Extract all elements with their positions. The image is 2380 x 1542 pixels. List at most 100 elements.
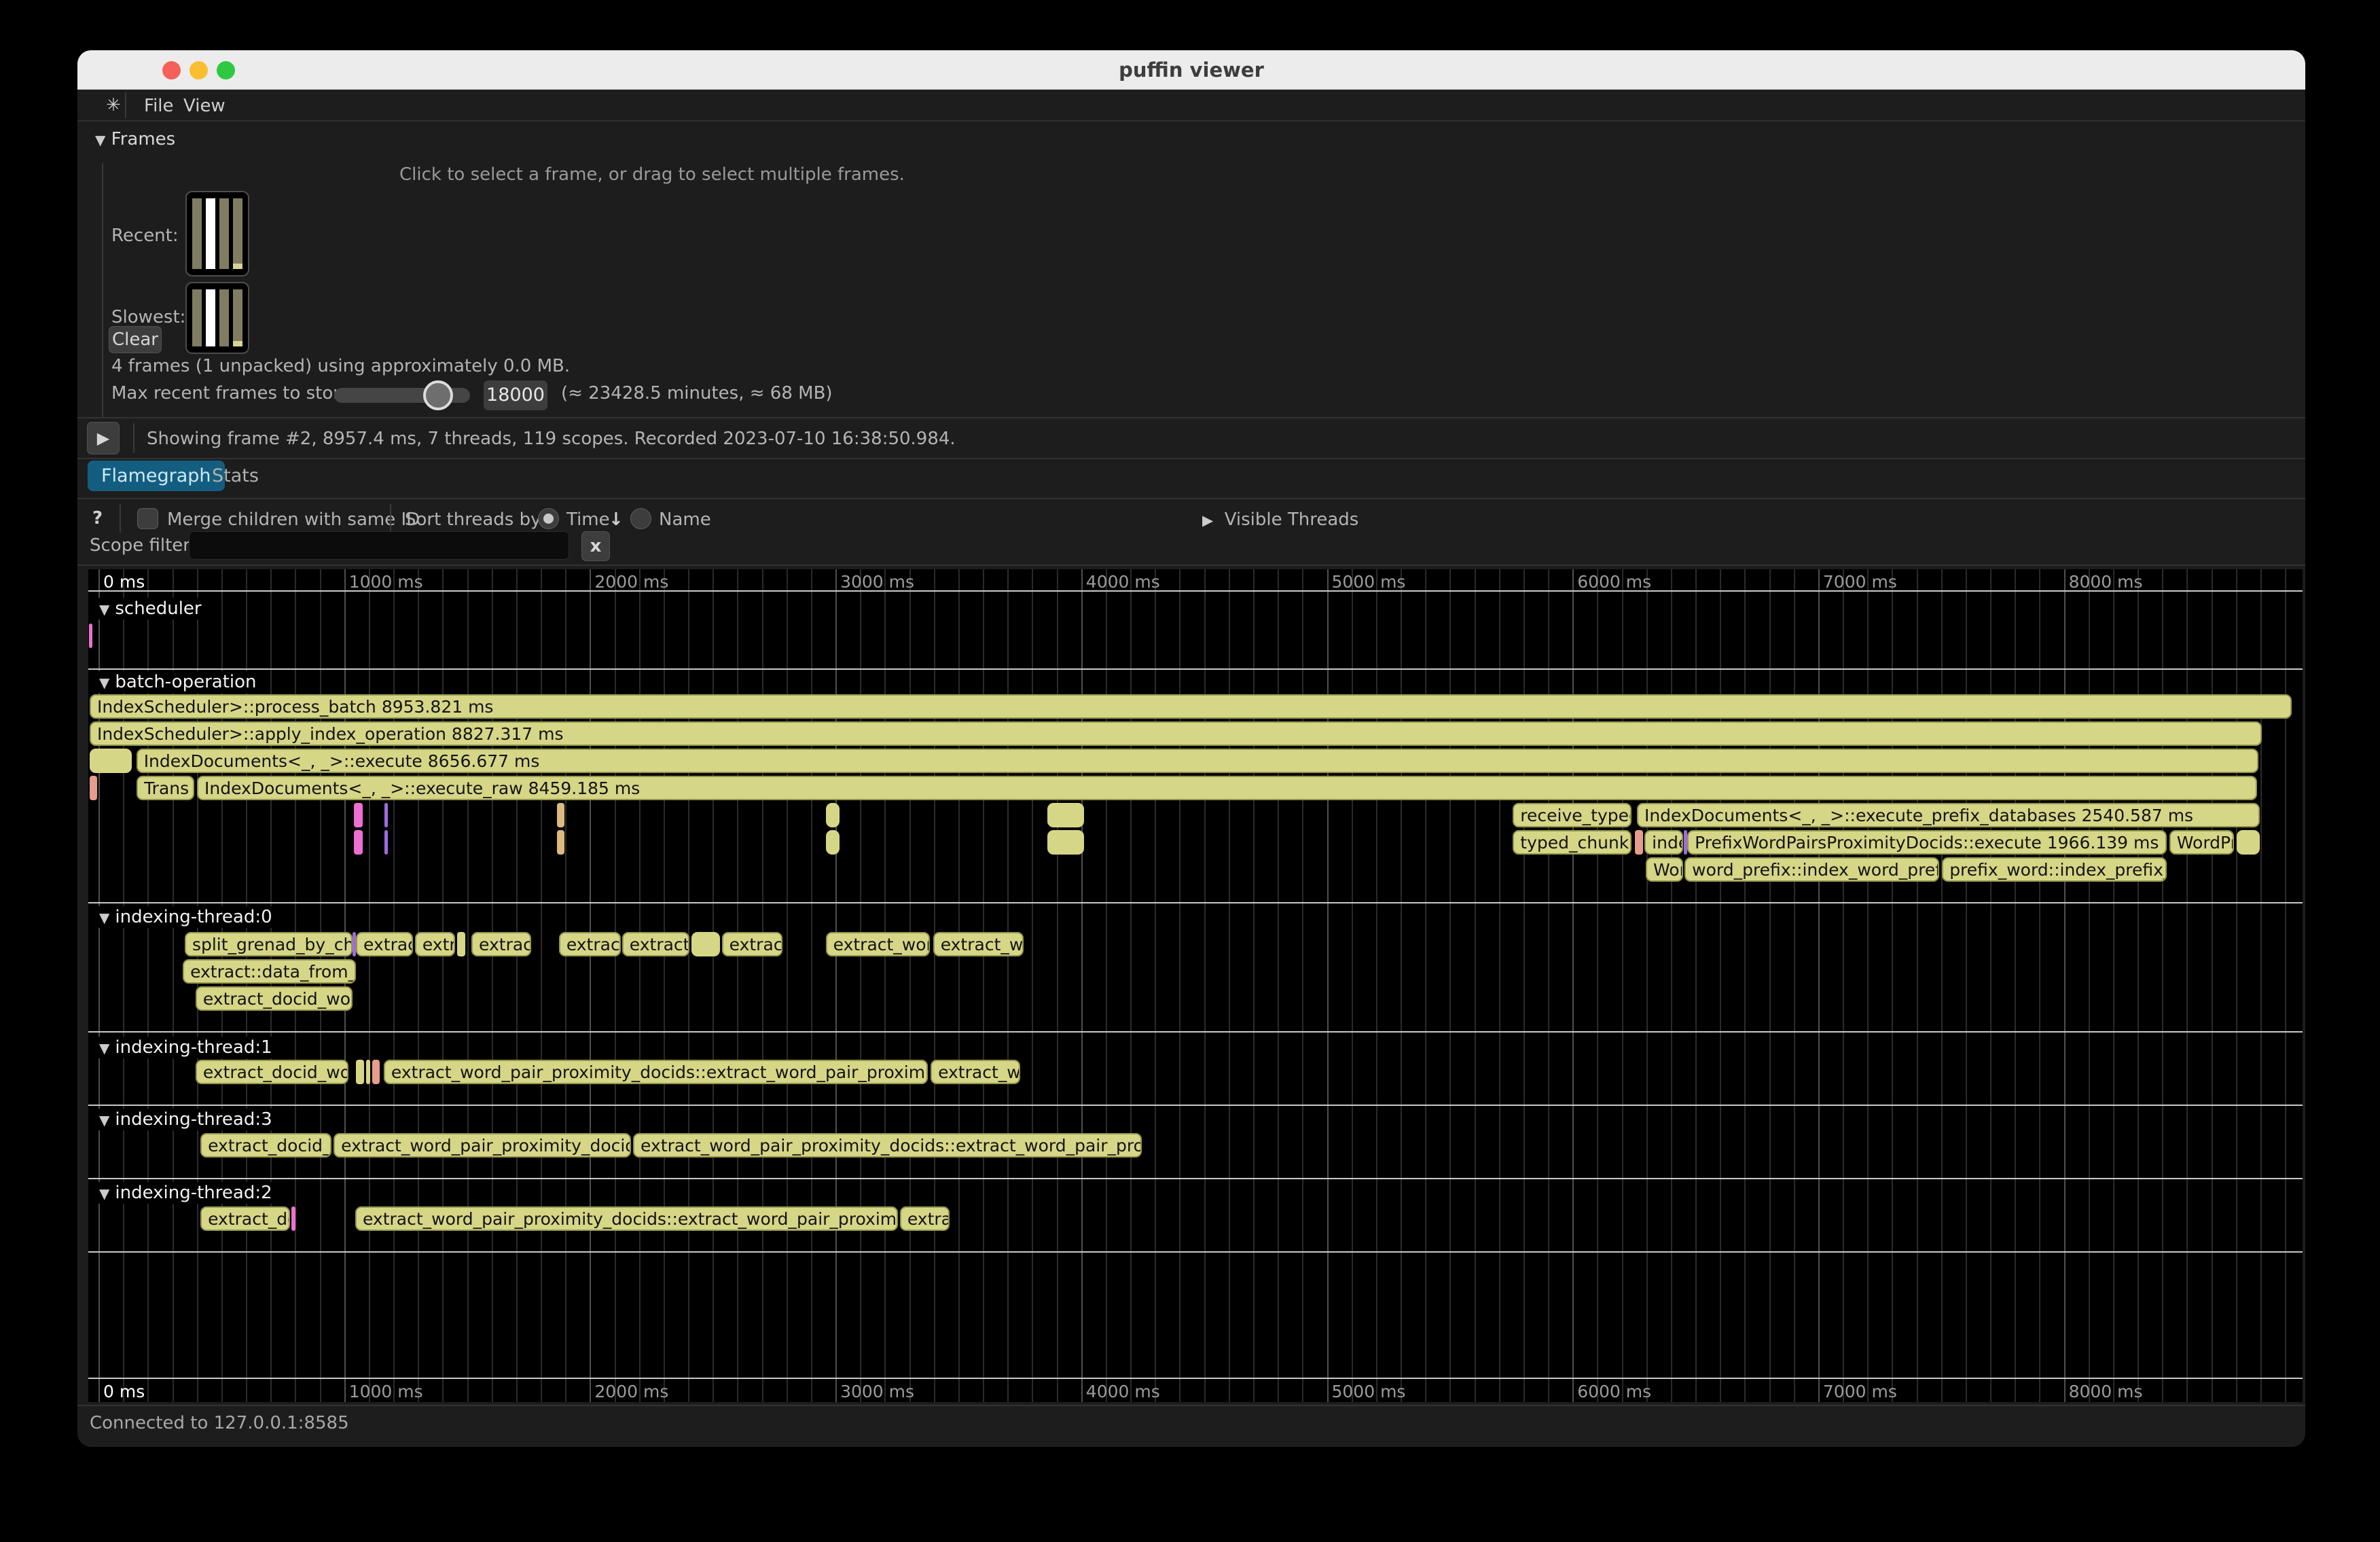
frame-bar[interactable] xyxy=(206,198,215,269)
scope-bar[interactable] xyxy=(90,749,132,773)
visible-threads-toggle[interactable]: ▶ Visible Threads xyxy=(1202,509,1358,530)
scope-bar[interactable] xyxy=(826,830,840,855)
scope-bar[interactable]: extract xyxy=(356,932,413,956)
scope-bar[interactable] xyxy=(1047,803,1084,827)
scope-bar[interactable] xyxy=(372,1060,380,1084)
frames-indent-line xyxy=(102,163,103,418)
merge-children-label[interactable]: Merge children with same ID xyxy=(167,509,420,530)
scope-bar[interactable] xyxy=(557,830,565,855)
ruler-tick-label: 3000 ms xyxy=(840,1382,914,1401)
frame-bar[interactable] xyxy=(219,198,229,269)
clear-button[interactable]: Clear xyxy=(109,326,162,353)
scope-bar[interactable]: extract_word xyxy=(826,932,930,956)
frame-bar[interactable] xyxy=(192,289,202,346)
thread-header-indexing-thread-3[interactable]: ▼indexing-thread:3 xyxy=(94,1109,278,1130)
menu-view[interactable]: View xyxy=(183,96,226,116)
frame-bar[interactable] xyxy=(206,289,215,346)
scope-filter-input[interactable] xyxy=(189,531,569,560)
ruler-tick-label: 6000 ms xyxy=(1577,1382,1651,1401)
ruler-tick-label: 6000 ms xyxy=(1577,572,1651,592)
scope-bar[interactable]: extract_doc xyxy=(200,1206,290,1231)
scope-bar[interactable]: IndexScheduler>::process_batch 8953.821 … xyxy=(90,694,2292,719)
frame-bar[interactable] xyxy=(219,289,229,346)
scope-bar[interactable] xyxy=(691,932,720,956)
sort-time-radio[interactable] xyxy=(538,508,559,529)
scope-bar[interactable]: extract xyxy=(722,932,782,956)
scope-bar[interactable] xyxy=(354,830,363,855)
scope-bar[interactable]: extract_word_pair_proximity_docids::extr… xyxy=(384,1060,928,1084)
thread-header-indexing-thread-2[interactable]: ▼indexing-thread:2 xyxy=(94,1182,278,1204)
scope-bar[interactable]: IndexDocuments<_, _>::execute 8656.677 m… xyxy=(137,749,2258,773)
help-button[interactable]: ? xyxy=(92,508,103,528)
scope-bar[interactable]: typed_chunk::w xyxy=(1513,830,1631,855)
scope-bar[interactable] xyxy=(1635,830,1643,855)
scope-bar[interactable]: Trans xyxy=(137,776,194,800)
frame-bar[interactable] xyxy=(233,289,242,346)
tab-stats[interactable]: Stats xyxy=(198,461,272,491)
scope-bar[interactable] xyxy=(356,1060,364,1084)
scope-bar[interactable]: extract_docid_word xyxy=(196,1060,348,1084)
scope-bar[interactable] xyxy=(354,803,363,827)
scope-bar[interactable]: extra xyxy=(415,932,455,956)
scope-bar[interactable] xyxy=(826,803,840,827)
scope-bar[interactable]: PrefixWordPairsProximityDocids::execute … xyxy=(1687,830,2167,855)
thread-header-scheduler[interactable]: ▼scheduler xyxy=(94,598,207,620)
scope-bar[interactable] xyxy=(291,1206,295,1231)
scope-bar[interactable] xyxy=(557,803,565,827)
thread-header-batch-operation[interactable]: ▼batch-operation xyxy=(94,671,262,693)
max-frames-value[interactable]: 18000 xyxy=(484,380,547,410)
scope-bar[interactable] xyxy=(1047,830,1084,855)
sort-name-label[interactable]: Name xyxy=(659,509,711,530)
play-button[interactable]: ▶ xyxy=(87,422,120,454)
slowest-label: Slowest: xyxy=(111,307,185,327)
scope-bar[interactable]: extract_wo xyxy=(933,932,1024,956)
scope-bar[interactable] xyxy=(2237,830,2260,855)
scope-bar[interactable]: Word xyxy=(1646,857,1683,882)
scope-bar[interactable]: extract_docid_word xyxy=(196,986,353,1011)
scope-bar[interactable]: receive_typed_ xyxy=(1513,803,1631,827)
sort-name-radio[interactable] xyxy=(630,508,651,529)
scope-bar[interactable]: WordPr xyxy=(2169,830,2234,855)
scope-bar[interactable]: extract_word_pair_proximity_docids::extr… xyxy=(633,1133,1142,1158)
scope-bar[interactable]: extract_wo xyxy=(931,1060,1020,1084)
sort-direction-arrow-icon[interactable]: ↓ xyxy=(609,509,624,530)
scope-bar[interactable] xyxy=(89,624,92,648)
scope-bar[interactable] xyxy=(90,776,97,800)
frames-section-header[interactable]: ▼ Frames xyxy=(95,129,175,149)
scope-bar[interactable] xyxy=(384,830,388,855)
scope-bar[interactable]: IndexScheduler>::apply_index_operation 8… xyxy=(90,721,2262,746)
scope-bar[interactable]: prefix_word::index_prefix_wo xyxy=(1942,857,2167,882)
scope-bar[interactable]: IndexDocuments<_, _>::execute_prefix_dat… xyxy=(1637,803,2260,827)
scope-bar[interactable]: extract_word_pair_proximity_docids xyxy=(333,1133,631,1158)
scope-bar[interactable]: index xyxy=(1644,830,1683,855)
recent-frames-thumbnail[interactable] xyxy=(185,191,249,276)
thread-header-indexing-thread-0[interactable]: ▼indexing-thread:0 xyxy=(94,906,278,928)
scope-bar[interactable] xyxy=(384,803,388,827)
scope-bar[interactable]: extract_ xyxy=(559,932,621,956)
scope-bar[interactable]: extrac xyxy=(900,1206,950,1231)
menu-file[interactable]: File xyxy=(144,96,174,116)
scope-filter-clear-button[interactable]: x xyxy=(581,531,610,561)
thread-header-indexing-thread-1[interactable]: ▼indexing-thread:1 xyxy=(94,1037,278,1058)
scope-bar[interactable]: extract_ xyxy=(622,932,689,956)
collapse-triangle-icon: ▼ xyxy=(99,601,109,617)
max-frames-slider-knob[interactable] xyxy=(423,380,453,410)
scope-bar[interactable]: split_grenad_by_chun xyxy=(185,932,353,956)
frame-bar[interactable] xyxy=(192,198,202,269)
scope-bar[interactable] xyxy=(366,1060,370,1084)
sort-time-label[interactable]: Time xyxy=(566,509,610,530)
max-frames-note: (≈ 23428.5 minutes, ≈ 68 MB) xyxy=(561,383,833,404)
scope-bar[interactable]: extract xyxy=(471,932,531,956)
scope-bar[interactable]: extract_docid_word xyxy=(200,1133,331,1158)
section-divider xyxy=(88,902,2303,903)
flamegraph-canvas[interactable]: 0 ms1000 ms2000 ms3000 ms4000 ms5000 ms6… xyxy=(88,569,2303,1402)
scope-bar[interactable]: extract_word_pair_proximity_docids::extr… xyxy=(355,1206,898,1231)
scope-bar[interactable]: extract::data_from_ob xyxy=(183,959,356,984)
frame-bar[interactable] xyxy=(233,198,242,269)
scope-bar[interactable]: word_prefix::index_word_prefix_ xyxy=(1684,857,1939,882)
merge-children-checkbox[interactable] xyxy=(137,508,158,529)
scope-bar[interactable]: IndexDocuments<_, _>::execute_raw 8459.1… xyxy=(197,776,2257,800)
slowest-frames-thumbnail[interactable] xyxy=(185,282,249,354)
scope-bar[interactable] xyxy=(457,932,465,956)
theme-toggle-icon[interactable]: ✳ xyxy=(106,95,121,115)
